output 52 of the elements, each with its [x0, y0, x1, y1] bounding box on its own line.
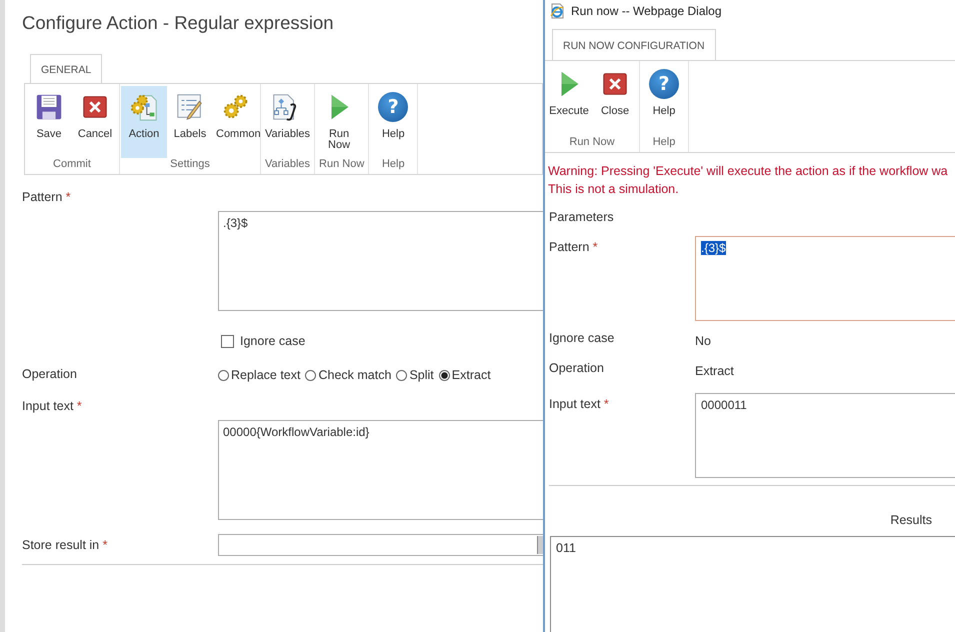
ribbon-tab[interactable]: RUN NOW CONFIGURATION: [552, 29, 716, 60]
gears-document-icon: [129, 92, 159, 122]
ribbon-button[interactable]: Variables: [262, 86, 308, 158]
radio-option[interactable]: Check match: [305, 367, 392, 383]
input-text-field[interactable]: 00000{WorkflowVariable:id}: [218, 420, 543, 520]
field-label: Ignore case: [548, 330, 616, 347]
help-icon: ?: [649, 69, 679, 99]
ribbon-button[interactable]: Action: [121, 86, 167, 158]
ribbon-button[interactable]: Close: [592, 63, 638, 136]
group-label: Variables: [264, 158, 312, 172]
section-heading: Parameters: [548, 209, 615, 226]
field-value: Extract: [695, 363, 734, 380]
field-label: Pattern *: [548, 239, 599, 256]
results-field[interactable]: 011: [550, 536, 955, 632]
ribbon-button[interactable]: Common: [213, 86, 259, 158]
warning-text: Warning: Pressing 'Execute' will execute the action as if the workflow wa: [548, 163, 949, 180]
dialog-title: Run now -- Webpage Dialog: [571, 4, 722, 18]
field-label: Pattern *: [21, 190, 72, 205]
ribbon-button[interactable]: Cancel: [72, 86, 118, 158]
group-label: Run Now: [318, 158, 366, 172]
pattern-field[interactable]: .{3}$: [218, 211, 543, 311]
window-title: Configure Action - Regular expression: [21, 11, 335, 35]
field-label: Input text *: [548, 396, 610, 413]
field-label: Operation: [21, 367, 78, 383]
field-label: Operation: [548, 360, 605, 377]
help-icon: ?: [378, 92, 408, 122]
radio-option[interactable]: Extract: [438, 367, 491, 383]
field-value: No: [695, 333, 711, 350]
radio-option[interactable]: Split: [396, 367, 434, 383]
checkbox[interactable]: [221, 334, 234, 348]
field-label: Store result in *: [21, 538, 108, 552]
ribbon-button[interactable]: Save: [26, 86, 72, 158]
results-label: Results: [889, 512, 933, 529]
ribbon-button[interactable]: Execute: [546, 63, 592, 136]
pattern-field[interactable]: .{3}$: [695, 236, 955, 321]
group-label: Help: [380, 158, 406, 172]
radio-option[interactable]: Replace text: [218, 367, 300, 383]
ribbon-tab[interactable]: GENERAL: [30, 54, 102, 83]
input-text-field[interactable]: 0000011: [695, 393, 955, 478]
group-label: Run Now: [568, 136, 616, 150]
group-label: Commit: [52, 158, 92, 172]
ribbon-button[interactable]: ? Help: [641, 63, 687, 136]
ribbon-button[interactable]: ? Help: [370, 86, 416, 158]
field-label: Input text *: [21, 399, 83, 414]
group-label: Help: [652, 136, 676, 150]
warning-text: This is not a simulation.: [548, 181, 680, 198]
ribbon-button[interactable]: Labels: [167, 86, 213, 158]
ribbon-button[interactable]: Run Now: [316, 86, 362, 158]
document-pencil-icon: [175, 92, 205, 122]
checkbox-label: Ignore case: [240, 334, 306, 348]
group-label: Settings: [169, 158, 211, 172]
browser-icon: [549, 3, 565, 19]
